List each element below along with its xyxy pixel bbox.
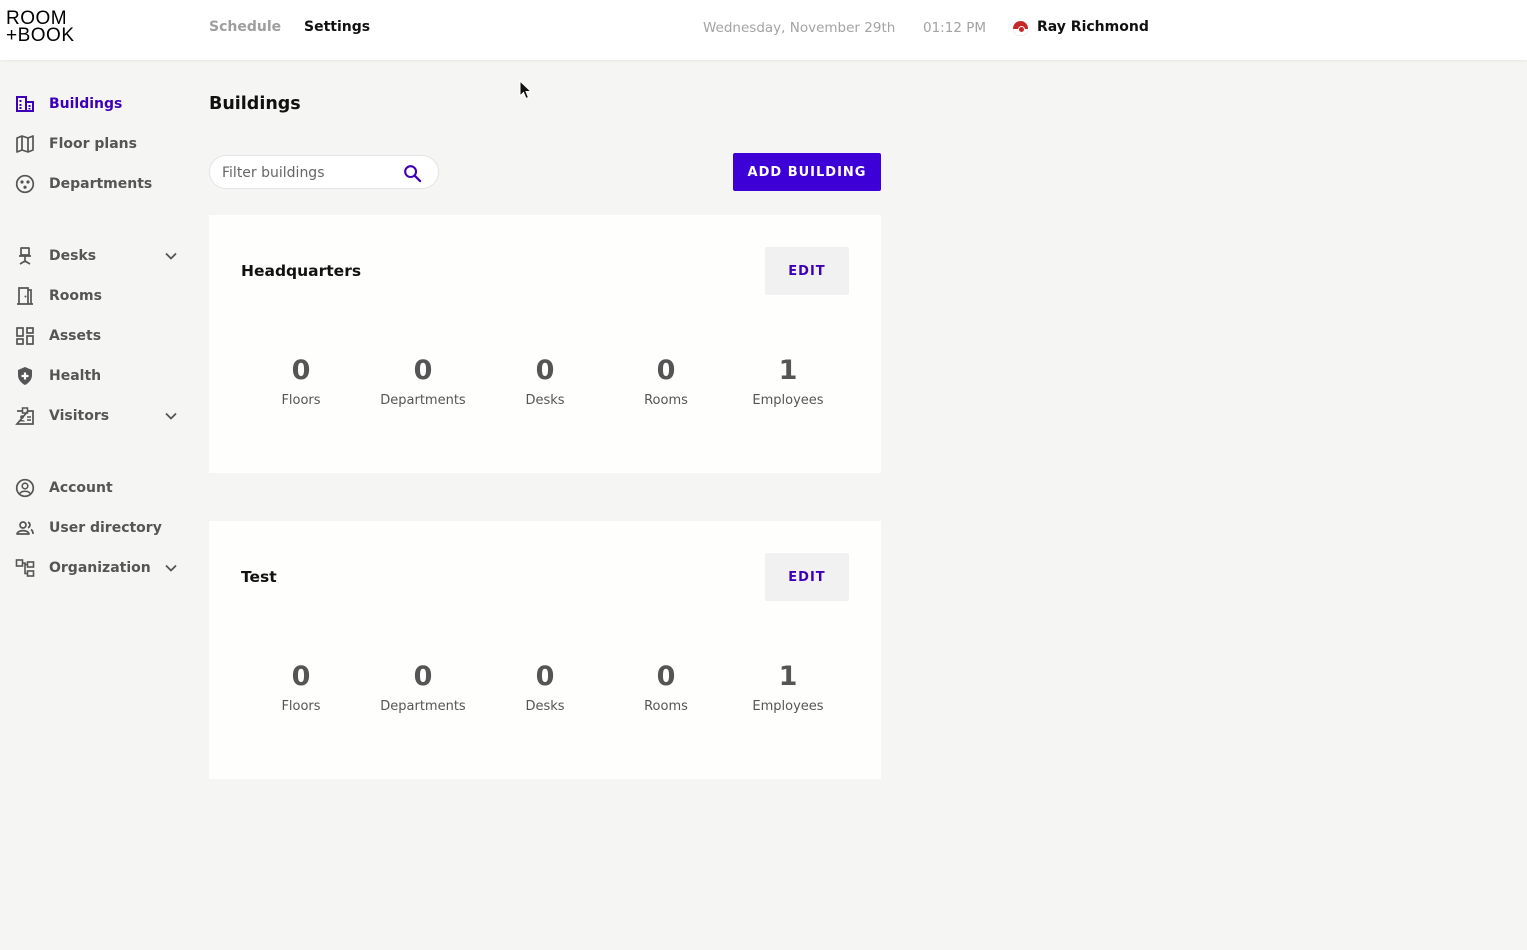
sidebar-label-assets: Assets xyxy=(49,328,102,344)
sidebar-label-buildings: Buildings xyxy=(49,96,123,112)
stat-value: 0 xyxy=(413,355,433,386)
stat-desks: 0 Desks xyxy=(490,355,600,408)
stat-desks: 0 Desks xyxy=(490,661,600,714)
sidebar-label-desks: Desks xyxy=(49,248,97,264)
stat-rooms: 0 Rooms xyxy=(611,355,721,408)
nav-settings[interactable]: Settings xyxy=(304,19,370,35)
chevron-down-icon[interactable] xyxy=(164,561,178,575)
nav-schedule[interactable]: Schedule xyxy=(209,19,281,35)
chevron-down-icon[interactable] xyxy=(164,409,178,423)
stat-departments: 0 Departments xyxy=(368,661,478,714)
sidebar-item-health[interactable]: Health xyxy=(0,360,190,392)
edit-building-button[interactable]: EDIT xyxy=(765,247,849,295)
desk-chair-icon xyxy=(15,246,35,266)
health-shield-icon xyxy=(15,366,35,386)
sidebar-label-user-directory: User directory xyxy=(49,520,162,536)
stat-value: 0 xyxy=(291,355,311,386)
page-title: Buildings xyxy=(209,94,301,114)
user-name[interactable]: Ray Richmond xyxy=(1037,19,1149,35)
sidebar-label-floor-plans: Floor plans xyxy=(49,136,137,152)
organization-icon xyxy=(15,558,35,578)
add-building-button[interactable]: ADD BUILDING xyxy=(733,153,881,191)
stat-value: 0 xyxy=(535,355,555,386)
stat-employees: 1 Employees xyxy=(733,355,843,408)
sidebar-item-rooms[interactable]: Rooms xyxy=(0,280,190,312)
stat-departments: 0 Departments xyxy=(368,355,478,408)
stat-value: 1 xyxy=(778,355,798,386)
stat-floors: 0 Floors xyxy=(246,355,356,408)
building-card-headquarters: Headquarters EDIT 0 Floors 0 Departments… xyxy=(209,215,881,473)
mouse-cursor-icon xyxy=(519,80,533,100)
building-card-test: Test EDIT 0 Floors 0 Departments 0 Desks… xyxy=(209,521,881,779)
user-avatar[interactable] xyxy=(1013,21,1028,36)
edit-building-button[interactable]: EDIT xyxy=(765,553,849,601)
account-icon xyxy=(15,478,35,498)
sidebar-item-visitors[interactable]: Visitors xyxy=(0,400,190,432)
stat-label: Desks xyxy=(525,393,565,408)
sidebar-item-floor-plans[interactable]: Floor plans xyxy=(0,128,190,160)
sidebar-item-organization[interactable]: Organization xyxy=(0,552,190,584)
sidebar-item-account[interactable]: Account xyxy=(0,472,190,504)
stat-label: Floors xyxy=(281,393,321,408)
search-icon[interactable] xyxy=(403,164,422,183)
stat-rooms: 0 Rooms xyxy=(611,661,721,714)
sidebar-item-departments[interactable]: Departments xyxy=(0,168,190,200)
sidebar-item-user-directory[interactable]: User directory xyxy=(0,512,190,544)
sidebar-item-buildings[interactable]: Buildings xyxy=(0,88,190,120)
sidebar-label-rooms: Rooms xyxy=(49,288,102,304)
door-icon xyxy=(15,286,35,306)
departments-icon xyxy=(15,174,35,194)
building-name: Headquarters xyxy=(241,262,362,280)
stat-label: Rooms xyxy=(644,393,688,408)
assets-grid-icon xyxy=(15,326,35,346)
stat-value: 1 xyxy=(778,661,798,692)
sidebar-label-health: Health xyxy=(49,368,102,384)
sidebar-item-assets[interactable]: Assets xyxy=(0,320,190,352)
stat-label: Departments xyxy=(380,393,466,408)
room-book-logo[interactable]: ROOM +BOOK xyxy=(6,9,86,46)
current-time: 01:12 PM xyxy=(923,20,986,36)
building-name: Test xyxy=(241,568,277,586)
sidebar-label-visitors: Visitors xyxy=(49,408,110,424)
stat-label: Floors xyxy=(281,699,321,714)
stat-value: 0 xyxy=(413,661,433,692)
filter-buildings-input[interactable] xyxy=(222,163,402,183)
filter-buildings-field[interactable] xyxy=(209,155,439,189)
sidebar: Buildings Floor plans Departments Desks … xyxy=(0,60,195,950)
building-icon xyxy=(15,94,35,114)
stat-label: Departments xyxy=(380,699,466,714)
stat-label: Employees xyxy=(752,393,824,408)
sidebar-label-account: Account xyxy=(49,480,113,496)
map-icon xyxy=(15,134,35,154)
stat-floors: 0 Floors xyxy=(246,661,356,714)
stat-label: Desks xyxy=(525,699,565,714)
stat-value: 0 xyxy=(535,661,555,692)
stat-employees: 1 Employees xyxy=(733,661,843,714)
stat-label: Employees xyxy=(752,699,824,714)
chevron-down-icon[interactable] xyxy=(164,249,178,263)
users-icon xyxy=(15,518,35,538)
logo-line-2: +BOOK xyxy=(6,25,75,46)
sidebar-label-departments: Departments xyxy=(49,176,153,192)
stat-value: 0 xyxy=(656,355,676,386)
visitor-badge-icon xyxy=(15,406,35,426)
stat-value: 0 xyxy=(656,661,676,692)
stat-value: 0 xyxy=(291,661,311,692)
sidebar-label-organization: Organization xyxy=(49,560,151,576)
top-bar: ROOM +BOOK Schedule Settings Wednesday, … xyxy=(0,0,1527,60)
current-date: Wednesday, November 29th xyxy=(703,20,896,36)
sidebar-item-desks[interactable]: Desks xyxy=(0,240,190,272)
stat-label: Rooms xyxy=(644,699,688,714)
